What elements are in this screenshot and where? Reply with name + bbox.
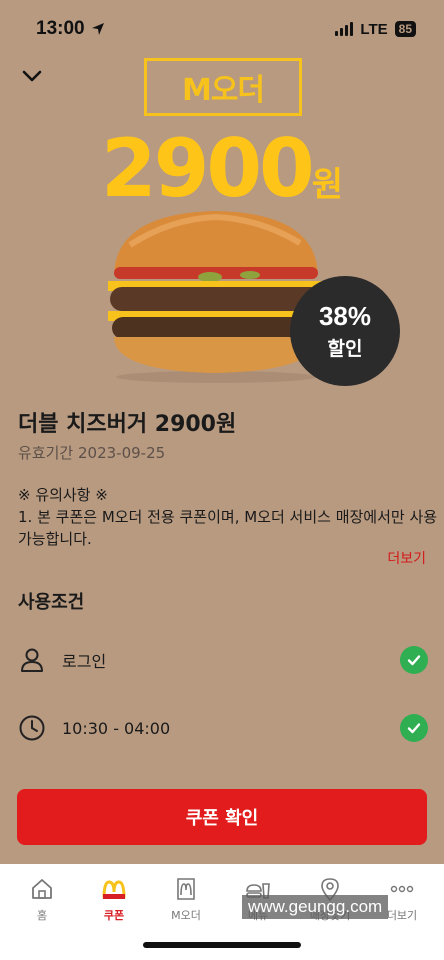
network-label: LTE: [360, 20, 388, 38]
discount-percent: 38%: [318, 301, 372, 331]
check-icon: [400, 714, 428, 742]
chevron-down-icon: [22, 70, 42, 82]
status-indicators: LTE 85: [335, 21, 416, 38]
conditions-title: 사용조건: [18, 592, 85, 613]
home-indicator: [143, 942, 301, 948]
notice-body: 1. 본 쿠폰은 M오더 전용 쿠폰이며, M오더 서비스 매장에서만 사용 가…: [18, 508, 438, 548]
more-link[interactable]: 더보기: [387, 548, 426, 568]
tab-label: 쿠폰: [103, 909, 125, 922]
tab-label: 더보기: [386, 909, 418, 922]
status-time-text: 13:00: [36, 18, 85, 39]
clock-icon: [19, 715, 45, 741]
battery-level: 85: [398, 22, 412, 36]
discount-label: 할인: [327, 338, 363, 360]
condition-row-login: 로그인: [18, 644, 428, 676]
discount-badge: 38% 할인: [290, 276, 400, 386]
condition-row-time: 10:30 - 04:00: [18, 712, 428, 744]
home-icon: [32, 879, 52, 899]
condition-label: 10:30 - 04:00: [62, 718, 171, 738]
status-bar: 13:00 LTE 85: [0, 0, 444, 58]
validity-date: 2023-09-25: [77, 444, 166, 462]
price-hero: 2900원: [0, 122, 444, 215]
watermark: www.geungg.com: [242, 895, 389, 919]
back-button[interactable]: [20, 64, 44, 88]
condition-label: 로그인: [62, 652, 107, 671]
tab-label: 홈: [36, 909, 48, 922]
validity: 유효기간 2023-09-25: [18, 442, 165, 463]
morder-brand-label: M오더: [144, 58, 302, 116]
validity-label: 유효기간: [18, 444, 74, 462]
check-icon: [400, 646, 428, 674]
battery-icon: 85: [394, 21, 416, 37]
tab-label: M오더: [171, 909, 201, 922]
coupon-title: 더블 치즈버거 2900원: [18, 412, 237, 437]
tab-home[interactable]: 홈: [6, 864, 78, 960]
more-dots-icon: [390, 885, 414, 893]
signal-icon: [335, 22, 354, 36]
morder-icon: [177, 878, 195, 900]
person-icon: [21, 648, 43, 672]
golden-arches-icon: [102, 880, 126, 899]
coupon-confirm-button[interactable]: 쿠폰 확인: [17, 789, 427, 845]
notice-title: ※ 유의사항 ※: [18, 486, 108, 504]
status-time: 13:00: [36, 18, 105, 40]
tab-coupon[interactable]: 쿠폰: [78, 864, 150, 960]
location-arrow-icon: [91, 23, 104, 35]
price-unit: 원: [311, 165, 343, 205]
price-number: 2900: [101, 122, 315, 215]
